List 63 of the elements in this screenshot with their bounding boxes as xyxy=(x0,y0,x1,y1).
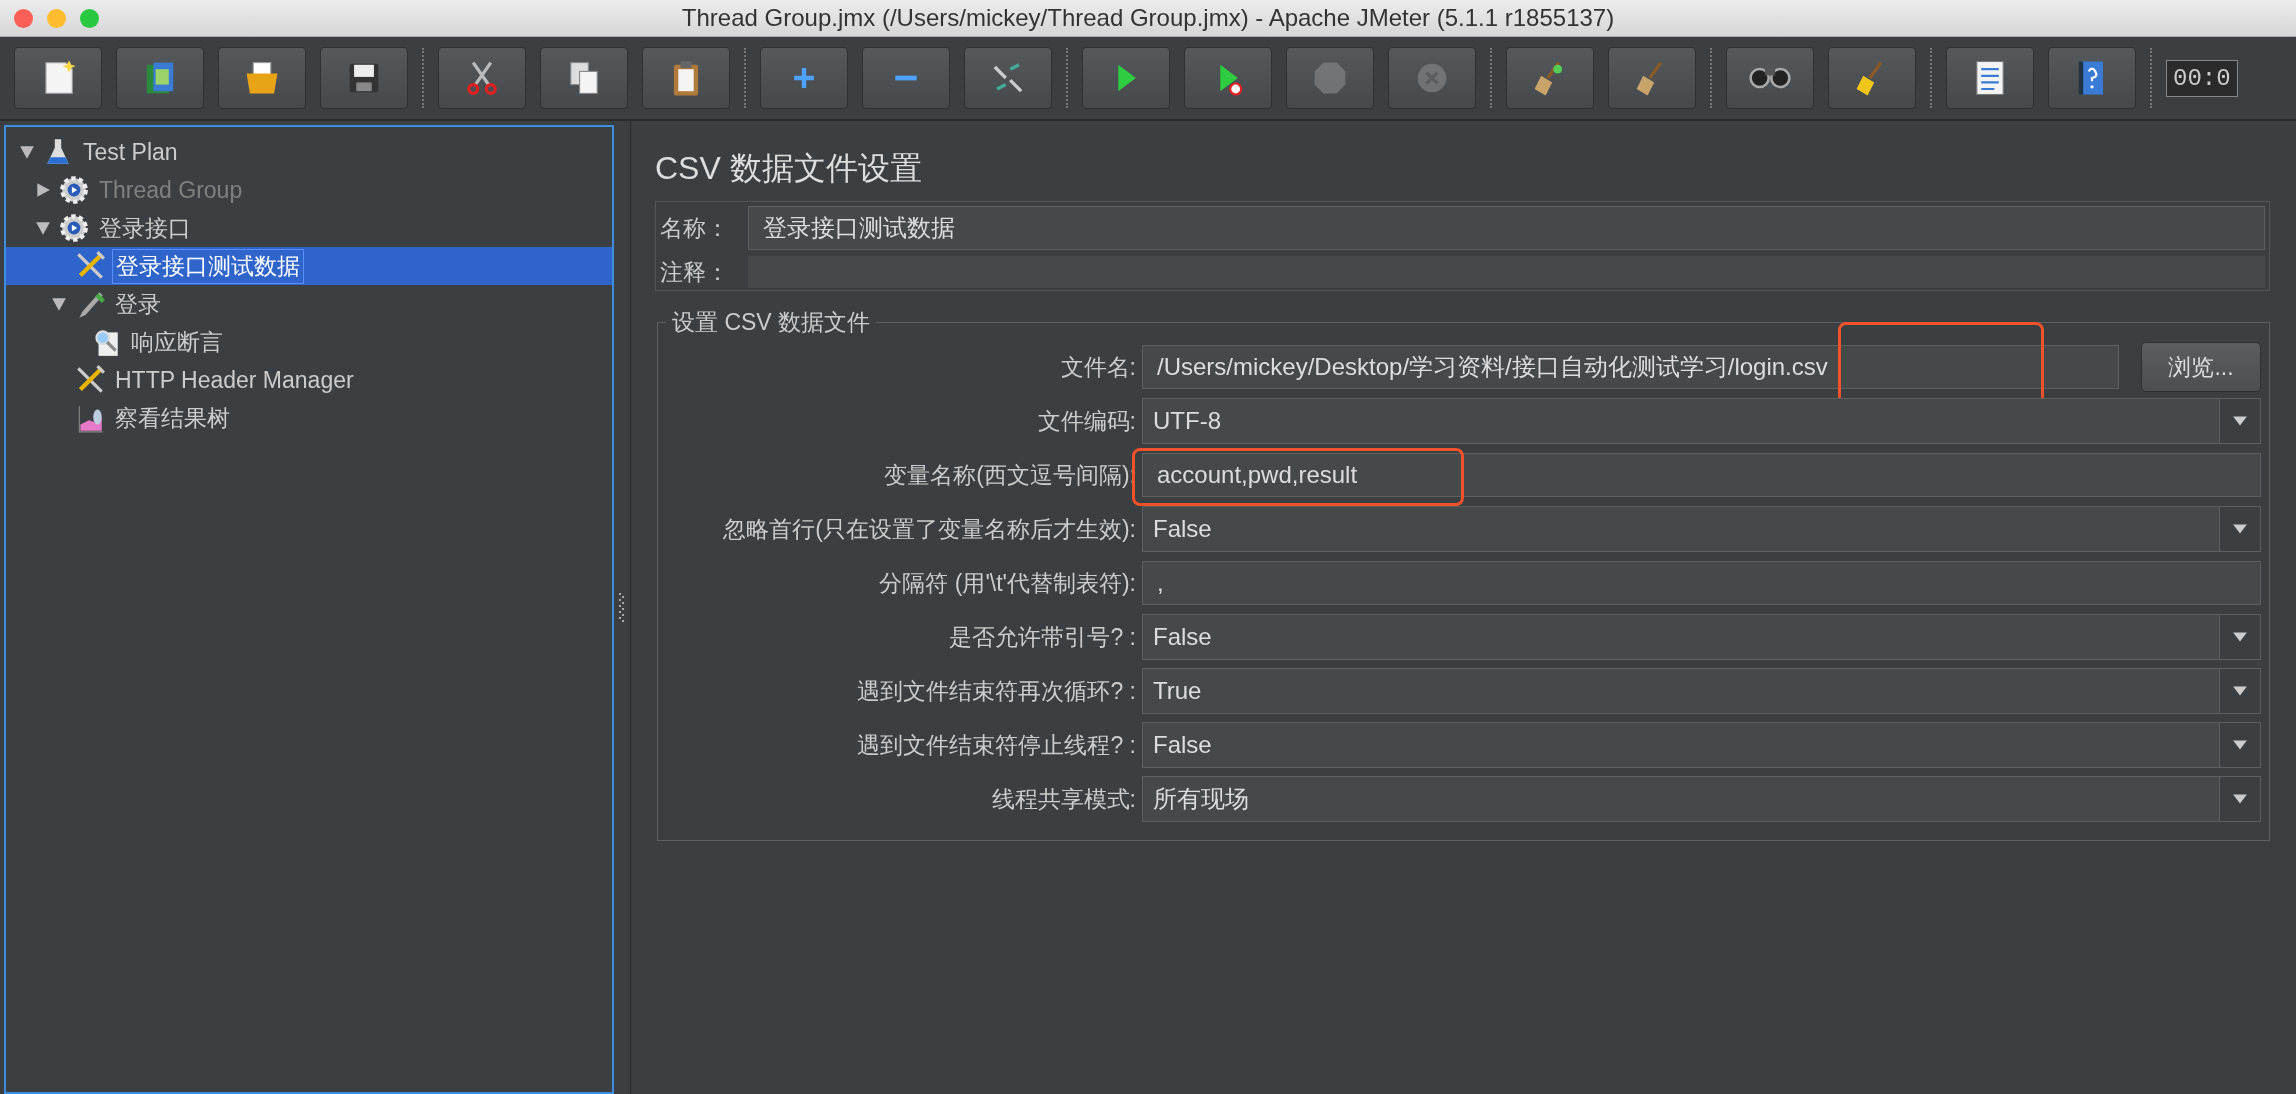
text-field[interactable]: account,pwd,result xyxy=(1142,453,2261,497)
tree-item[interactable]: Test Plan xyxy=(80,137,181,167)
toolbar-button[interactable] xyxy=(1608,47,1696,109)
tree-item[interactable]: 登录 xyxy=(112,287,164,321)
binoculars-icon xyxy=(1748,66,1792,90)
dropdown-arrow-icon xyxy=(2232,685,2248,697)
panel-title: CSV 数据文件设置 xyxy=(655,149,923,188)
toolbar-button[interactable] xyxy=(14,47,102,109)
field-label: 是否允许带引号? : xyxy=(948,622,1136,652)
wrench-icon xyxy=(74,364,106,396)
expanded-arrow-icon[interactable] xyxy=(51,296,67,312)
dropdown[interactable]: False xyxy=(1142,722,2261,768)
toolbar-button[interactable] xyxy=(1506,47,1594,109)
splitter-grip-icon[interactable] xyxy=(618,592,626,623)
toolbar-button[interactable] xyxy=(1082,47,1170,109)
field-label: 忽略首行(只在设置了变量名称后才生效): xyxy=(722,514,1136,544)
field-label: 遇到文件结束符再次循环? : xyxy=(856,676,1136,706)
elapsed-timer: 00:0 xyxy=(2166,59,2238,97)
toolbar-button[interactable] xyxy=(642,47,730,109)
dropdown[interactable]: False xyxy=(1142,614,2261,660)
expanded-arrow-icon[interactable] xyxy=(19,144,35,160)
tree-item[interactable]: HTTP Header Manager xyxy=(112,365,357,395)
field-label: 遇到文件结束符停止线程? : xyxy=(856,730,1136,760)
tree-item[interactable]: 察看结果树 xyxy=(112,401,233,435)
field-label: 文件名: xyxy=(1059,352,1136,382)
toolbar-button[interactable] xyxy=(116,47,204,109)
minus-icon xyxy=(893,73,919,83)
toolbar-button[interactable] xyxy=(218,47,306,109)
field-label: 注释： xyxy=(660,257,730,287)
dropdown[interactable]: True xyxy=(1142,668,2261,714)
toolbar-button[interactable] xyxy=(1946,47,2034,109)
toolbar-button[interactable] xyxy=(1184,47,1272,109)
dropdown-arrow-icon xyxy=(2232,631,2248,643)
tree-item[interactable]: 登录接口测试数据 xyxy=(112,248,304,284)
window-title: Thread Group.jmx (/Users/mickey/Thread Group.jmx) - Apache JMeter (5.1.1 r1855137) xyxy=(681,4,1615,32)
tree-item[interactable]: 登录接口 xyxy=(96,211,194,245)
selected-tree-row[interactable]: 登录接口测试数据 xyxy=(6,247,612,285)
toolbar-button[interactable] xyxy=(1726,47,1814,109)
expanded-arrow-icon[interactable] xyxy=(35,220,51,236)
field-label: 名称： xyxy=(660,213,730,243)
dropdown-arrow-icon xyxy=(2232,415,2248,427)
toolbar-button[interactable] xyxy=(1828,47,1916,109)
toolbar-button[interactable] xyxy=(438,47,526,109)
dropdown[interactable]: False xyxy=(1142,506,2261,552)
dropdown[interactable]: UTF-8 xyxy=(1142,398,2261,444)
field-label: 线程共享模式: xyxy=(990,784,1136,814)
gear-icon xyxy=(58,174,90,206)
dropdown-arrow-icon xyxy=(2232,793,2248,805)
tree-item[interactable]: 响应断言 xyxy=(128,325,226,359)
toolbar-button[interactable] xyxy=(320,47,408,109)
toolbar-button[interactable] xyxy=(540,47,628,109)
wrench-icon xyxy=(74,250,106,282)
name-field[interactable]: 登录接口测试数据 xyxy=(748,206,2265,250)
text-field[interactable]: , xyxy=(1142,561,2261,605)
dropdown-arrow-icon xyxy=(2232,739,2248,751)
dropdown-arrow-icon xyxy=(2232,523,2248,535)
field-label: 分隔符 (用'\t'代替制表符): xyxy=(878,568,1136,598)
field-label: 文件编码: xyxy=(1036,406,1136,436)
group-title: 设置 CSV 数据文件 xyxy=(671,308,872,337)
gear-icon xyxy=(58,212,90,244)
browse-button[interactable]: 浏览... xyxy=(2141,342,2261,392)
file-path-field[interactable]: /Users/mickey/Desktop/学习资料/接口自动化测试学习/login.csv xyxy=(1142,345,2119,389)
dropdown[interactable]: 所有现场 xyxy=(1142,776,2261,822)
